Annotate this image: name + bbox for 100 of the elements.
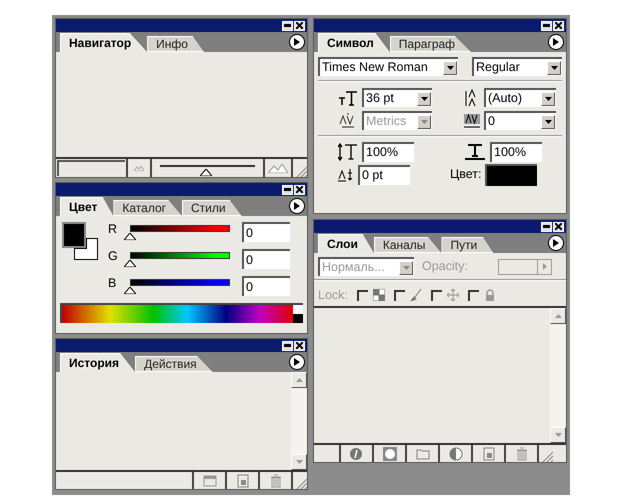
font-size-icon [338, 90, 358, 106]
panel-tab[interactable]: Параграф [390, 36, 472, 52]
dropdown-field[interactable]: (Auto) [484, 88, 556, 107]
horizontal-scale-icon [464, 142, 486, 160]
panel-menu-button[interactable] [289, 34, 305, 50]
caret-icon [420, 96, 428, 100]
new-page-icon [236, 474, 250, 488]
dropdown-field[interactable]: 36 pt [362, 88, 432, 107]
close-button[interactable] [294, 340, 305, 350]
panel-menu-button[interactable] [289, 354, 305, 370]
new-page-icon [482, 446, 496, 460]
panel-tab[interactable]: Цвет [60, 197, 114, 216]
panel-tab[interactable]: Инфо [147, 36, 204, 52]
play-icon [553, 38, 559, 46]
close-button[interactable] [553, 20, 564, 30]
caret-icon [402, 266, 410, 270]
dropdown-button[interactable] [547, 60, 561, 74]
dropdown-button[interactable] [417, 92, 431, 106]
resize-grip-icon [541, 450, 553, 462]
panel-tab[interactable]: Каналы [374, 237, 442, 253]
play-icon [294, 38, 300, 46]
caret-icon [544, 120, 552, 124]
dropdown-button[interactable] [541, 92, 555, 106]
zoom-in-button[interactable] [263, 159, 291, 177]
input-field[interactable]: 100% [490, 142, 542, 162]
mountain-icon [134, 166, 144, 170]
opacity-field[interactable] [498, 258, 552, 274]
caret-icon [446, 66, 454, 70]
panel-tab[interactable]: История [60, 353, 136, 372]
panel-tab[interactable]: Действия [135, 356, 213, 372]
close-button[interactable] [553, 222, 564, 232]
minimize-icon [543, 22, 550, 29]
dropdown-field[interactable]: Regular [472, 57, 562, 76]
input-field[interactable]: 0 [242, 276, 290, 296]
close-button[interactable] [294, 20, 305, 30]
effect-icon [350, 446, 364, 460]
dropdown-button[interactable] [541, 114, 555, 128]
lock-label: Lock: [318, 286, 348, 304]
panel-tab[interactable]: Слои [318, 234, 374, 253]
channel-label: G [108, 249, 119, 263]
dropdown-field[interactable]: 0 [484, 111, 556, 130]
foreground-swatch[interactable] [62, 222, 86, 248]
panel-menu-button[interactable] [548, 34, 564, 50]
resize-grip-icon [295, 165, 307, 177]
input-field[interactable]: 0 pt [358, 164, 410, 184]
play-icon [553, 239, 559, 247]
checker-icon [372, 289, 385, 301]
channel-label: R [108, 222, 118, 236]
scroll-down-button[interactable] [550, 427, 566, 443]
caret-icon [420, 120, 428, 124]
input-field[interactable]: 100% [362, 142, 414, 162]
minimize-button[interactable] [282, 184, 293, 194]
scroll-down-button[interactable] [291, 454, 307, 470]
vertical-scale-icon [338, 142, 358, 160]
close-icon [555, 22, 562, 29]
play-icon [294, 202, 300, 210]
background-swatch[interactable] [74, 238, 98, 260]
minimize-button[interactable] [541, 222, 552, 232]
minimize-icon [284, 22, 291, 29]
panel-menu-button[interactable] [548, 235, 564, 251]
zoom-field[interactable] [57, 160, 125, 176]
mountain-icon [268, 164, 288, 172]
close-icon [296, 186, 303, 193]
minimize-button[interactable] [282, 340, 293, 350]
scroll-up-button[interactable] [291, 372, 307, 388]
panel-tab[interactable]: Пути [441, 237, 494, 253]
mask-icon [382, 446, 396, 460]
panel-menu-button[interactable] [289, 198, 305, 214]
color-spectrum[interactable] [60, 303, 303, 323]
close-icon [296, 22, 303, 29]
input-field[interactable]: 0 [242, 249, 290, 269]
panel-tab[interactable]: Символ [318, 33, 390, 52]
scrollbar[interactable] [291, 372, 307, 470]
close-icon [555, 223, 562, 230]
scrollbar[interactable] [550, 308, 566, 443]
minimize-button[interactable] [541, 20, 552, 30]
scroll-up-button[interactable] [550, 308, 566, 324]
brush-icon [410, 289, 422, 301]
minimize-button[interactable] [282, 20, 293, 30]
panel-tab[interactable]: Навигатор [60, 33, 148, 52]
dropdown-field[interactable]: Times New Roman [318, 57, 458, 76]
caret-icon [296, 460, 302, 464]
baseline-shift-icon [338, 168, 354, 182]
color-swatch[interactable] [485, 164, 538, 186]
color-label: Цвет: [450, 166, 482, 184]
resize-grip-icon [295, 477, 307, 489]
new-document-icon [202, 474, 216, 488]
caret-icon [542, 263, 546, 270]
trash-icon [514, 446, 528, 460]
trash-icon [268, 474, 282, 488]
dropdown-button[interactable] [443, 60, 457, 74]
opacity-label: Opacity: [422, 258, 468, 276]
channel-label: B [108, 276, 118, 290]
folder-icon [416, 446, 430, 460]
panel-tab[interactable]: Каталог [113, 200, 182, 216]
panel-tab[interactable]: Стили [182, 200, 242, 216]
input-field[interactable]: 0 [242, 222, 290, 242]
caret-icon [554, 314, 562, 318]
close-button[interactable] [294, 184, 305, 194]
minimize-icon [543, 223, 550, 230]
